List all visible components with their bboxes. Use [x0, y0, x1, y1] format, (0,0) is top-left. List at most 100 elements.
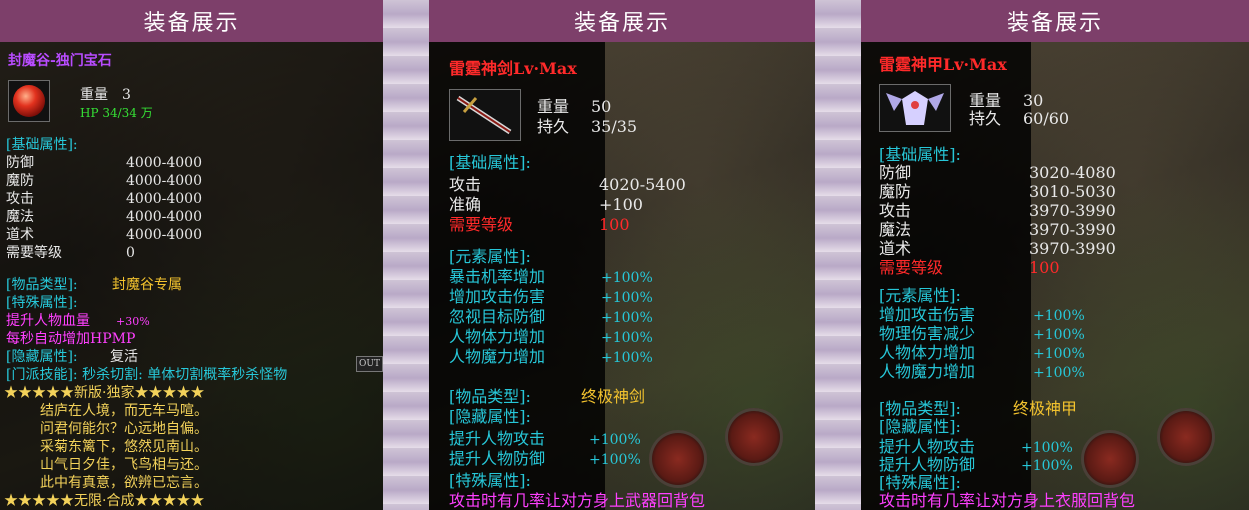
bag-button[interactable]: [649, 430, 707, 488]
element-value: +100%: [601, 290, 653, 306]
panel-header: 装备展示: [0, 0, 383, 42]
element-name: 增加攻击伤害: [879, 305, 976, 324]
item-type-label: [物品类型]:: [449, 387, 531, 406]
required-level-label: 需要等级: [449, 215, 514, 234]
hidden-attr-label: [隐藏属性]:: [6, 349, 78, 365]
stat-name: 魔防: [6, 173, 34, 189]
hidden-attr-name: 提升人物防御: [449, 449, 546, 468]
skill-button[interactable]: [1157, 408, 1215, 466]
hidden-attr-name: 提升人物攻击: [449, 429, 546, 448]
stat-value: 4000-4000: [126, 209, 202, 225]
weight-value: 30: [1023, 91, 1044, 110]
element-value: +100%: [1033, 327, 1085, 343]
base-attr-header: [基础属性]:: [6, 137, 78, 153]
sect-skill-text: [门派技能]: 秒杀切割: 单体切割概率秒杀怪物: [6, 367, 288, 383]
stat-value: 4000-4000: [126, 191, 202, 207]
element-value: +100%: [601, 310, 653, 326]
separator-strip: [815, 0, 861, 510]
panel-header: 装备展示: [429, 0, 815, 42]
element-name: 人物魔力增加: [879, 362, 976, 381]
element-attr-header: [元素属性]:: [449, 247, 531, 266]
skill-button[interactable]: [725, 408, 783, 466]
special-attr-text: 攻击时有几率让对方身上武器回背包: [449, 491, 706, 510]
special-attr-2: 每秒自动增加HPMP: [6, 331, 136, 347]
required-level-value: 100: [599, 215, 630, 234]
stat-name: 防御: [879, 163, 912, 182]
poem-line: 采菊东篱下，悠然见南山。: [40, 439, 208, 455]
equipment-panel-1: 装备展示 封魔谷-独门宝石 重量 3 HP 34/34 万 [基础属性]: 防御…: [0, 0, 383, 510]
element-name: 物理伤害减少: [879, 324, 976, 343]
stat-value: 3020-4080: [1029, 163, 1116, 182]
stat-name: 攻击: [6, 191, 34, 207]
element-value: +100%: [601, 330, 653, 346]
durability-label: 持久: [537, 117, 570, 136]
element-value: +100%: [601, 270, 653, 286]
stat-value: 3010-5030: [1029, 182, 1116, 201]
armor-icon: [879, 84, 951, 132]
element-name: 人物体力增加: [879, 343, 976, 362]
element-name: 人物魔力增加: [449, 347, 546, 366]
special-attr-1-value: +30%: [116, 315, 150, 328]
item-title: 封魔谷-独门宝石: [8, 53, 112, 69]
required-level-value: 100: [1029, 258, 1060, 277]
weight-value: 3: [122, 87, 131, 103]
special-attr-header: [特殊属性]:: [6, 295, 78, 311]
special-attr-1-label: 提升人物血量: [6, 313, 90, 329]
special-attr-header: [特殊属性]:: [449, 471, 531, 490]
stat-value: 3970-3990: [1029, 220, 1116, 239]
base-attr-header: [基础属性]:: [449, 153, 531, 172]
game-screenshot: 封魔谷-独门宝石 重量 3 HP 34/34 万 [基础属性]: 防御 4000…: [0, 42, 383, 510]
item-type-value: 封魔谷专属: [112, 277, 182, 293]
stat-name: 道术: [879, 239, 912, 258]
game-screenshot: 雷霆神剑Lv·Max 重量 50 持久 35/35 [基础属性]: 攻击 402…: [429, 42, 815, 510]
stat-name: 攻击: [879, 201, 912, 220]
hidden-attr-value: +100%: [589, 432, 641, 448]
panel-header: 装备展示: [861, 0, 1249, 42]
stat-name: 准确: [449, 195, 482, 214]
weight-value: 50: [591, 97, 612, 116]
item-type-value: 终极神甲: [1013, 399, 1078, 418]
stat-name: 攻击: [449, 175, 482, 194]
item-type-value: 终极神剑: [581, 387, 646, 406]
element-name: 人物体力增加: [449, 327, 546, 346]
element-name: 增加攻击伤害: [449, 287, 546, 306]
element-name: 忽视目标防御: [449, 307, 546, 326]
equipment-panel-3: 装备展示 雷霆神甲Lv·Max 重量 30 持久 60/60 [基础属性]: 防…: [861, 0, 1249, 510]
hp-text: HP 34/34 万: [80, 106, 153, 120]
hidden-attr-value: 复活: [110, 349, 138, 365]
element-attr-header: [元素属性]:: [879, 286, 961, 305]
special-attr-text: 攻击时有几率让对方身上衣服回背包: [879, 491, 1136, 510]
hidden-attr-header: [隐藏属性]:: [449, 407, 531, 426]
stat-value: 4000-4000: [126, 155, 202, 171]
hidden-attr-name: 提升人物防御: [879, 455, 976, 474]
required-level-label: 需要等级: [879, 258, 944, 277]
hidden-attr-value: +100%: [1021, 458, 1073, 474]
hidden-attr-value: +100%: [1021, 440, 1073, 456]
durability-value: 35/35: [591, 117, 638, 136]
durability-label: 持久: [969, 109, 1002, 128]
stat-name: 防御: [6, 155, 34, 171]
poem-line: 结庐在人境，而无车马喧。: [40, 403, 208, 419]
poem-line: 山气日夕佳，飞鸟相与还。: [40, 457, 208, 473]
item-title: 雷霆神剑Lv·Max: [449, 59, 577, 78]
durability-value: 60/60: [1023, 109, 1070, 128]
hidden-attr-name: 提升人物攻击: [879, 437, 976, 456]
weight-label: 重量: [969, 91, 1002, 110]
hidden-attr-header: [隐藏属性]:: [879, 417, 961, 436]
poem-line: 此中有真意，欲辨已忘言。: [40, 475, 208, 491]
poem-line: 问君何能尔？心远地自偏。: [40, 421, 208, 437]
stat-name: 魔防: [879, 182, 912, 201]
stat-value: 4000-4000: [126, 227, 202, 243]
bag-button[interactable]: [1081, 430, 1139, 488]
item-type-label: [物品类型]:: [6, 277, 78, 293]
stat-value: 3970-3990: [1029, 239, 1116, 258]
stat-value: 4020-5400: [599, 175, 686, 194]
weight-label: 重量: [537, 97, 570, 116]
stat-value: 4000-4000: [126, 173, 202, 189]
item-title: 雷霆神甲Lv·Max: [879, 55, 1007, 74]
element-value: +100%: [1033, 346, 1085, 362]
element-value: +100%: [601, 350, 653, 366]
badge-bottom: ★★★★★无限·合成★★★★★: [4, 493, 205, 509]
game-screenshot: 雷霆神甲Lv·Max 重量 30 持久 60/60 [基础属性]: 防御 302…: [861, 42, 1249, 510]
item-type-label: [物品类型]:: [879, 399, 961, 418]
